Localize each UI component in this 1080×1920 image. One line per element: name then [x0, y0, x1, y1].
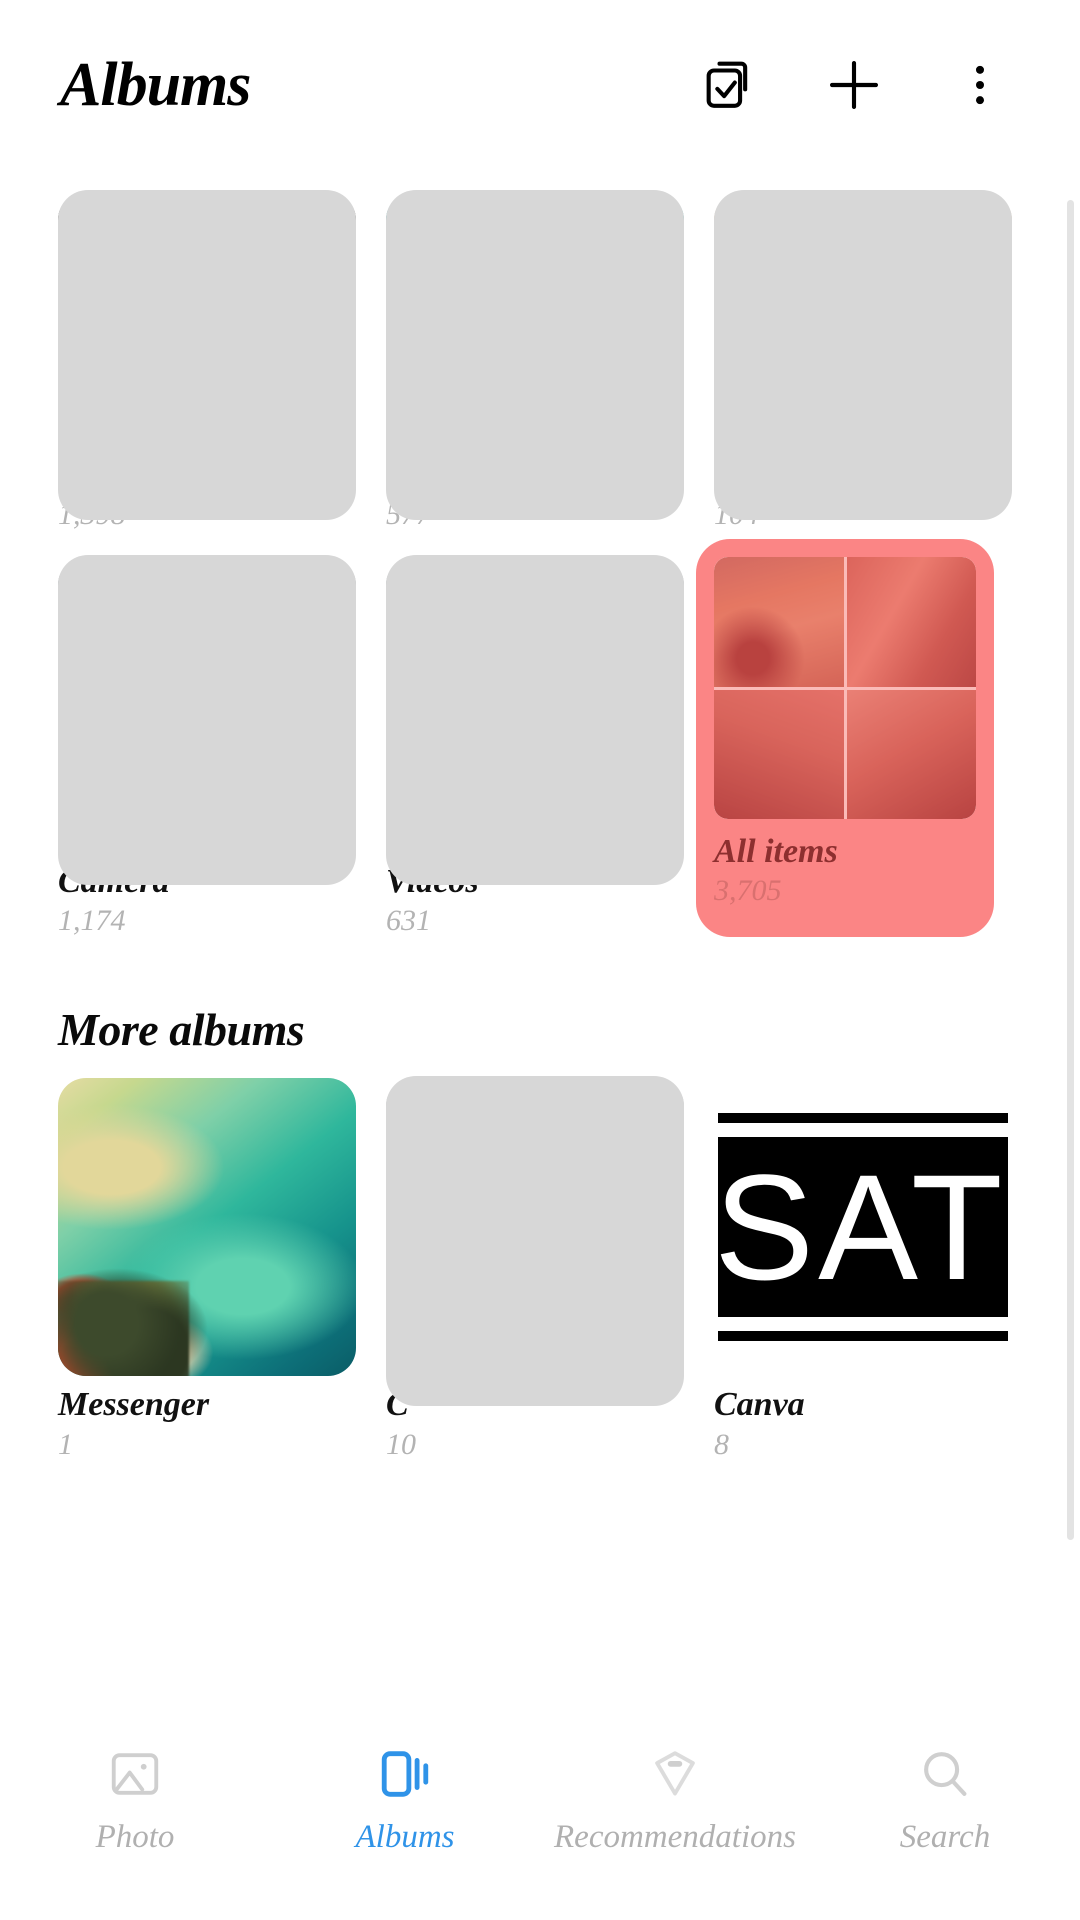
- nav-label: Photo: [95, 1819, 175, 1855]
- album-thumbnail-image: SAT: [714, 1078, 1012, 1377]
- album-thumbnail: [58, 555, 356, 885]
- image-icon: [106, 1743, 164, 1805]
- quad-thumb: [714, 557, 844, 687]
- album-thumbnail: [58, 1078, 356, 1377]
- more-vertical-icon[interactable]: [944, 49, 1016, 121]
- album-thumbnail: [714, 557, 976, 819]
- nav-item-search[interactable]: Search: [810, 1743, 1080, 1854]
- poster-rule-top: [718, 1113, 1008, 1124]
- nav-label: Albums: [355, 1819, 455, 1855]
- album-count: 10: [386, 1428, 416, 1462]
- header-actions: [692, 49, 1040, 121]
- page-title: Albums: [60, 50, 251, 119]
- nav-label: Recommendations: [554, 1819, 796, 1855]
- album-card-all-items[interactable]: All items 3,705: [696, 539, 994, 938]
- album-card-videos[interactable]: Videos 631: [386, 555, 684, 938]
- album-card[interactable]: 577: [386, 190, 684, 531]
- nav-item-albums[interactable]: Albums: [270, 1743, 540, 1854]
- more-album-card-messenger[interactable]: Messenger 1: [58, 1078, 356, 1461]
- album-title: All items: [714, 833, 838, 870]
- albums-screen: Albums 1,174 631 All items 3,705 More al…: [0, 0, 1080, 1920]
- vertical-scrollbar[interactable]: [1067, 200, 1074, 1540]
- plus-icon[interactable]: [818, 49, 890, 121]
- nav-label: Search: [899, 1819, 991, 1855]
- album-thumbnail-quad: [714, 557, 976, 819]
- search-icon: [916, 1743, 974, 1805]
- gem-icon: [646, 1743, 704, 1805]
- album-title: Messenger: [58, 1386, 210, 1424]
- more-album-card[interactable]: C 10: [386, 1076, 684, 1462]
- nav-item-recommendations[interactable]: Recommendations: [540, 1743, 810, 1854]
- album-thumbnail: [386, 190, 684, 520]
- album-thumbnail: [386, 555, 684, 885]
- album-title: Canva: [714, 1386, 805, 1424]
- more-albums-grid: Messenger 1 C 10 SAT Canva 8: [0, 1076, 1080, 1462]
- album-count: 1: [58, 1428, 73, 1462]
- reef-detail: [58, 1281, 190, 1377]
- album-thumbnail-image: [58, 1078, 356, 1377]
- more-album-card-canva[interactable]: SAT Canva 8: [714, 1078, 1012, 1461]
- section-heading-more-albums: More albums: [58, 1004, 305, 1056]
- albums-stack-icon: [376, 1743, 434, 1805]
- loading-placeholder: [58, 190, 356, 520]
- quad-thumb: [846, 689, 976, 819]
- quad-thumb: [846, 557, 976, 687]
- album-thumbnail: [58, 190, 356, 520]
- poster-text: SAT: [718, 1143, 1007, 1312]
- album-count: 631: [386, 904, 431, 938]
- loading-placeholder: [386, 1076, 684, 1407]
- album-thumbnail: SAT: [714, 1078, 1012, 1377]
- album-card[interactable]: 1,398: [58, 190, 356, 531]
- album-card-camera[interactable]: Camera 1,174: [58, 555, 356, 938]
- quad-thumb: [714, 689, 844, 819]
- nav-item-photo[interactable]: Photo: [0, 1743, 270, 1854]
- albums-grid: 1,398 577 104: [0, 170, 1080, 938]
- app-header: Albums: [0, 0, 1080, 170]
- album-card[interactable]: 104: [714, 190, 1012, 531]
- select-multiple-icon[interactable]: [692, 49, 764, 121]
- album-thumbnail: [386, 1076, 684, 1407]
- album-count: 3,705: [714, 874, 782, 908]
- album-count: 1,174: [58, 904, 126, 938]
- poster-band: SAT: [718, 1137, 1008, 1318]
- albums-scroll-area[interactable]: 1,398 577 104: [0, 170, 1080, 1715]
- album-count: 8: [714, 1428, 729, 1462]
- loading-placeholder: [714, 190, 1012, 520]
- poster-rule-bottom: [718, 1331, 1008, 1342]
- loading-placeholder: [386, 190, 684, 520]
- loading-placeholder: [58, 555, 356, 885]
- loading-placeholder: [386, 555, 684, 885]
- bottom-navigation: Photo Albums Recommendations Search: [0, 1715, 1080, 1920]
- album-thumbnail: [714, 190, 1012, 520]
